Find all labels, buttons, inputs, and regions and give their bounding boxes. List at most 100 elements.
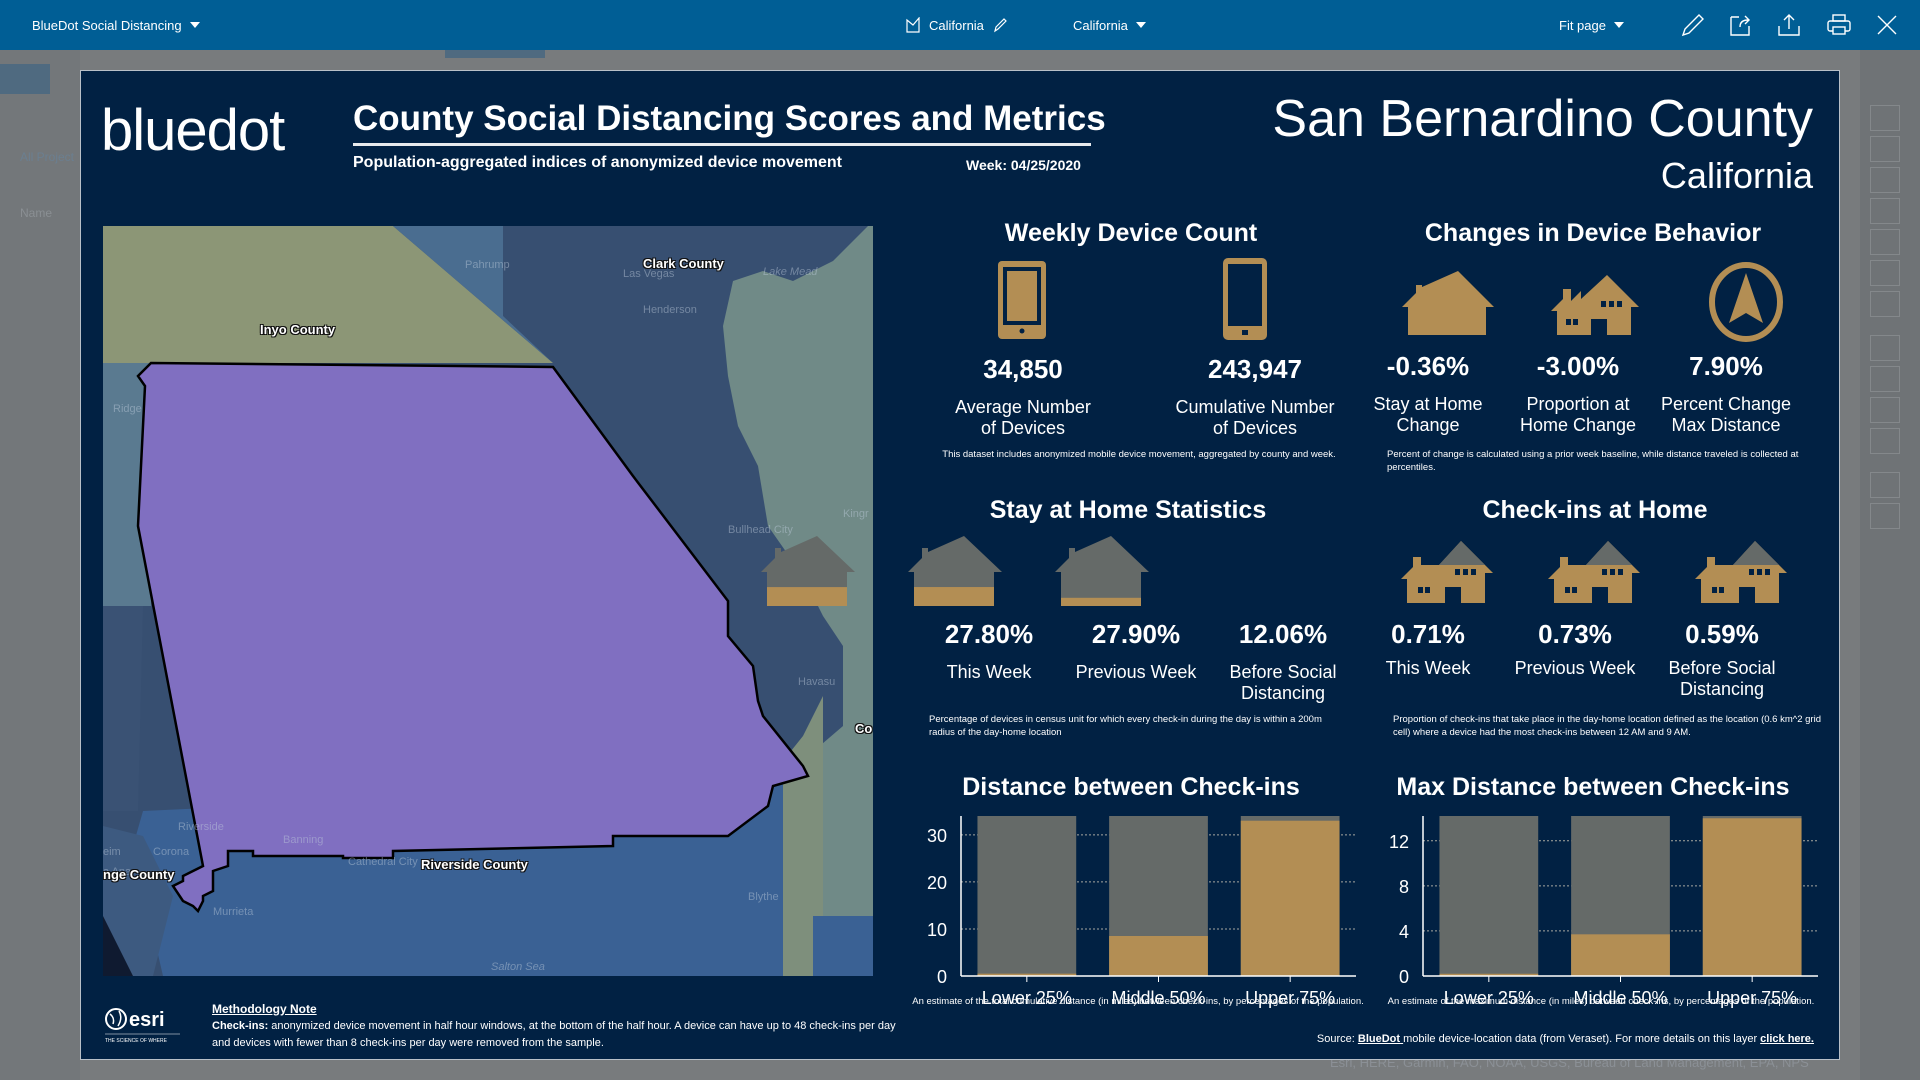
- place-label: Salton Sea: [491, 961, 545, 973]
- stat-average-devices: 34,850 Average Number of Devices: [933, 354, 1113, 439]
- stat-value: -0.36%: [1386, 351, 1470, 381]
- zoom-select[interactable]: Fit page: [1559, 0, 1624, 50]
- panel-note: Proportion of check-ins that take place …: [1393, 714, 1821, 738]
- bluedot-logo: bluedot: [101, 98, 285, 163]
- stat-cah-before: 0.59% Before Social Distancing: [1642, 619, 1802, 700]
- y-tick-label: 0: [937, 967, 947, 987]
- stat-cah-this-week: 0.71% This Week: [1348, 619, 1508, 679]
- phone-icon: [1223, 258, 1267, 340]
- panel-heading: Weekly Device Count: [1004, 219, 1258, 247]
- edit-icon[interactable]: [1680, 12, 1706, 38]
- share-tool[interactable]: [1870, 366, 1900, 392]
- label-tool[interactable]: [1870, 291, 1900, 317]
- measure-tool[interactable]: [1870, 260, 1900, 286]
- y-tick-label: 8: [1399, 877, 1409, 897]
- source-note: Source: BlueDot mobile device-location d…: [1316, 1033, 1814, 1045]
- stat-value: 0.71%: [1391, 619, 1465, 649]
- place-label: Banning: [283, 834, 324, 846]
- stat-value: 0.59%: [1685, 619, 1759, 649]
- fill-level: [761, 587, 855, 606]
- stay-home-house-icon: [908, 536, 1002, 606]
- y-tick-label: 30: [927, 826, 947, 846]
- top-bar: BlueDot Social Distancing California Cal…: [0, 0, 1920, 50]
- share-icon[interactable]: [1728, 12, 1754, 38]
- chart-caption: An estimate of the maximum distance (in …: [1387, 996, 1815, 1007]
- place-label: Lake Mead: [763, 266, 818, 278]
- stay-home-house-icon: [1055, 536, 1149, 606]
- region-select[interactable]: California: [1073, 0, 1146, 50]
- pdf-tool[interactable]: [1870, 397, 1900, 423]
- report-title: County Social Distancing Scores and Metr…: [353, 99, 1106, 138]
- stay-at-home-panel: Stay at Home Statistics: [908, 496, 1348, 525]
- state-name: California: [1660, 155, 1813, 196]
- stay-home-house-icon: [761, 536, 855, 606]
- county-label-inyo: Inyo County: [260, 322, 336, 337]
- bar: [1240, 820, 1340, 976]
- panel-heading: Changes in Device Behavior: [1424, 219, 1762, 247]
- legend-tool[interactable]: [1870, 428, 1900, 454]
- place-label: Kingr: [843, 508, 869, 520]
- stat-label: Previous Week: [1514, 658, 1636, 678]
- app-title-menu[interactable]: BlueDot Social Distancing: [32, 0, 200, 50]
- y-tick-label: 12: [1389, 832, 1409, 852]
- checkin-house-icon: [1695, 541, 1787, 603]
- zoom-in-tool[interactable]: [1870, 198, 1900, 224]
- bar: [1702, 818, 1802, 976]
- clear-tool[interactable]: [1870, 335, 1900, 361]
- stat-label: Before Social Distancing: [1229, 662, 1337, 703]
- y-tick-label: 0: [1399, 967, 1409, 987]
- stat-label: Average Number of Devices: [955, 397, 1091, 438]
- esri-logo: esri THE SCIENCE OF WHERE: [105, 1008, 180, 1044]
- zoom-out-tool[interactable]: [1870, 229, 1900, 255]
- bluedot-link[interactable]: BlueDot: [1358, 1033, 1403, 1045]
- place-label: Havasu: [798, 676, 836, 688]
- fill-level: [908, 587, 1002, 606]
- app-title: BlueDot Social Distancing: [32, 17, 182, 33]
- methodology-text: Check-ins: anonymized device movement in…: [212, 1020, 896, 1049]
- layer-name[interactable]: California: [905, 0, 1008, 50]
- county-map[interactable]: Pahrump Las Vegas Henderson Lake Mead Ri…: [103, 226, 873, 976]
- place-label: Bullhead City: [728, 524, 793, 536]
- place-label: Blythe: [748, 891, 779, 903]
- menu-icon[interactable]: [0, 64, 50, 94]
- checkins-at-home-panel: Check-ins at Home: [1375, 496, 1815, 525]
- panel-note: Percentage of devices in census unit for…: [929, 714, 1322, 738]
- stat-cumulative-devices: 243,947 Cumulative Number of Devices: [1155, 354, 1355, 439]
- pencil-icon[interactable]: [992, 17, 1008, 33]
- county-label-edge: Co: [855, 721, 873, 736]
- stat-cah-previous-week: 0.73% Previous Week: [1495, 619, 1655, 679]
- panel-heading: Check-ins at Home: [1482, 496, 1708, 524]
- pan-tool[interactable]: [1870, 136, 1900, 162]
- region-select-value: California: [1073, 17, 1128, 33]
- methodology-title[interactable]: Methodology Note: [212, 1001, 912, 1018]
- chevron-down-icon: [1135, 22, 1146, 28]
- export-icon[interactable]: [1776, 12, 1802, 38]
- fill-level: [1055, 597, 1149, 606]
- drive-tool[interactable]: [1870, 472, 1900, 498]
- stat-sah-before: 12.06% Before Social Distancing: [1193, 619, 1373, 704]
- two-story-house-icon: [1551, 275, 1639, 335]
- panel-heading: Stay at Home Statistics: [989, 496, 1267, 524]
- tab-indicator: [445, 50, 545, 58]
- select-tool[interactable]: [1870, 167, 1900, 193]
- compass-arrow-icon: [1709, 262, 1783, 342]
- close-icon[interactable]: [1874, 12, 1900, 38]
- stat-label: Stay at Home Change: [1373, 394, 1483, 435]
- area-tool[interactable]: [1870, 503, 1900, 529]
- max-distance-chart: 04812Lower 25% Middle 50% Upper 75%: [1389, 816, 1818, 1008]
- stat-value: 34,850: [983, 354, 1063, 384]
- details-link[interactable]: click here.: [1760, 1033, 1814, 1045]
- column-header: Name: [20, 206, 53, 220]
- weekly-device-count-panel: Weekly Device Count: [911, 219, 1351, 248]
- distance-chart: 0102030Lower 25% Middle 50% Upper 75%: [927, 816, 1356, 1008]
- bar-background: [977, 816, 1077, 976]
- stat-stay-home-change: -0.36% Stay at Home Change: [1358, 351, 1498, 436]
- chevron-down-icon: [1613, 22, 1624, 28]
- print-icon[interactable]: [1826, 12, 1852, 38]
- project-panel: All Project Name: [0, 50, 80, 1080]
- stat-max-distance-change: 7.90% Percent Change Max Distance: [1653, 351, 1799, 436]
- pin-tool[interactable]: [1870, 105, 1900, 131]
- y-tick-label: 20: [927, 873, 947, 893]
- panel-note: This dataset includes anonymized mobile …: [942, 449, 1336, 460]
- place-label: Murrieta: [213, 906, 254, 918]
